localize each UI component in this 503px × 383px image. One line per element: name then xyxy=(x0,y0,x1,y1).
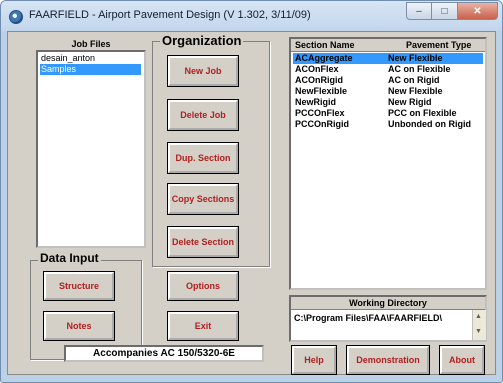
working-directory-path[interactable]: C:\Program Files\FAA\FAARFIELD\ xyxy=(294,313,442,323)
window-title: FAARFIELD - Airport Pavement Design (V 1… xyxy=(29,9,311,21)
help-button[interactable]: Help xyxy=(291,345,337,375)
pavement-type: New Flexible xyxy=(388,53,443,63)
section-row[interactable]: PCCOnFlex PCC on Flexible xyxy=(293,108,483,119)
scroll-down-icon[interactable]: ▼ xyxy=(475,328,482,335)
delete-section-button[interactable]: Delete Section xyxy=(167,226,239,258)
section-name: PCCOnFlex xyxy=(295,108,345,118)
window-controls: – □ ✕ xyxy=(406,2,498,20)
notes-label: Notes xyxy=(66,321,92,331)
pavement-type: PCC on Flexible xyxy=(388,108,457,118)
dup-section-button[interactable]: Dup. Section xyxy=(167,142,239,174)
exit-button[interactable]: Exit xyxy=(167,311,239,341)
structure-button[interactable]: Structure xyxy=(43,271,115,301)
new-job-button[interactable]: New Job xyxy=(167,55,239,87)
demonstration-label: Demonstration xyxy=(356,355,420,365)
title-bar[interactable]: FAARFIELD - Airport Pavement Design (V 1… xyxy=(1,1,502,31)
about-button[interactable]: About xyxy=(439,345,485,375)
delete-section-label: Delete Section xyxy=(171,237,235,247)
section-name: ACOnFlex xyxy=(295,64,339,74)
pavement-type: New Flexible xyxy=(388,86,443,96)
scroll-up-icon[interactable]: ▲ xyxy=(475,313,482,320)
working-directory-header: Working Directory xyxy=(291,297,485,310)
data-input-label: Data Input xyxy=(38,251,101,265)
footer-text: Accompanies AC 150/5320-6E xyxy=(93,348,235,359)
pavement-type: Unbonded on Rigid xyxy=(388,119,471,129)
section-name: ACAggregate xyxy=(295,53,353,63)
pavement-type: AC on Flexible xyxy=(388,64,451,74)
working-directory-label: Working Directory xyxy=(349,298,427,308)
sections-list[interactable]: Section Name Pavement Type ACAggregate N… xyxy=(289,37,487,290)
exit-label: Exit xyxy=(194,321,212,331)
pavement-type: AC on Rigid xyxy=(388,75,440,85)
app-icon xyxy=(9,10,23,24)
copy-sections-button[interactable]: Copy Sections xyxy=(167,183,239,215)
section-row-selected[interactable]: ACAggregate New Flexible xyxy=(293,53,483,64)
section-row[interactable]: NewFlexible New Flexible xyxy=(293,86,483,97)
working-directory-panel: Working Directory C:\Program Files\FAA\F… xyxy=(289,295,487,342)
section-name: PCCOnRigid xyxy=(295,119,349,129)
section-row[interactable]: ACOnFlex AC on Flexible xyxy=(293,64,483,75)
delete-job-label: Delete Job xyxy=(180,110,226,120)
pavement-type-header: Pavement Type xyxy=(406,40,472,50)
minimize-button[interactable]: – xyxy=(406,2,432,20)
sections-header: Section Name Pavement Type xyxy=(291,39,485,52)
section-row[interactable]: ACOnRigid AC on Rigid xyxy=(293,75,483,86)
main-panel: Job Files desain_anton Samples Organizat… xyxy=(7,31,496,375)
structure-label: Structure xyxy=(58,281,99,291)
new-job-label: New Job xyxy=(184,66,222,76)
dup-section-label: Dup. Section xyxy=(175,153,231,163)
copy-sections-label: Copy Sections xyxy=(171,194,235,204)
options-button[interactable]: Options xyxy=(167,271,239,301)
maximize-button[interactable]: □ xyxy=(432,2,458,20)
section-row[interactable]: NewRigid New Rigid xyxy=(293,97,483,108)
job-files-header-label: Job Files xyxy=(71,39,111,49)
section-name: NewFlexible xyxy=(295,86,348,96)
app-window: FAARFIELD - Airport Pavement Design (V 1… xyxy=(0,0,503,383)
job-file-item[interactable]: desain_anton xyxy=(40,53,141,64)
section-name: NewRigid xyxy=(295,97,337,107)
help-label: Help xyxy=(304,355,324,365)
job-file-item-selected[interactable]: Samples xyxy=(40,64,141,75)
options-label: Options xyxy=(186,281,220,291)
job-files-list[interactable]: desain_anton Samples xyxy=(36,50,146,248)
section-name-header: Section Name xyxy=(295,40,355,50)
section-name: ACOnRigid xyxy=(295,75,343,85)
working-directory-scrollbar[interactable]: ▲ ▼ xyxy=(472,310,486,340)
delete-job-button[interactable]: Delete Job xyxy=(167,99,239,131)
close-button[interactable]: ✕ xyxy=(458,2,498,20)
demonstration-button[interactable]: Demonstration xyxy=(346,345,430,375)
pavement-type: New Rigid xyxy=(388,97,432,107)
section-row[interactable]: PCCOnRigid Unbonded on Rigid xyxy=(293,119,483,130)
organization-label: Organization xyxy=(160,33,244,48)
footer-info: Accompanies AC 150/5320-6E xyxy=(64,345,264,362)
about-label: About xyxy=(449,355,475,365)
notes-button[interactable]: Notes xyxy=(43,311,115,341)
